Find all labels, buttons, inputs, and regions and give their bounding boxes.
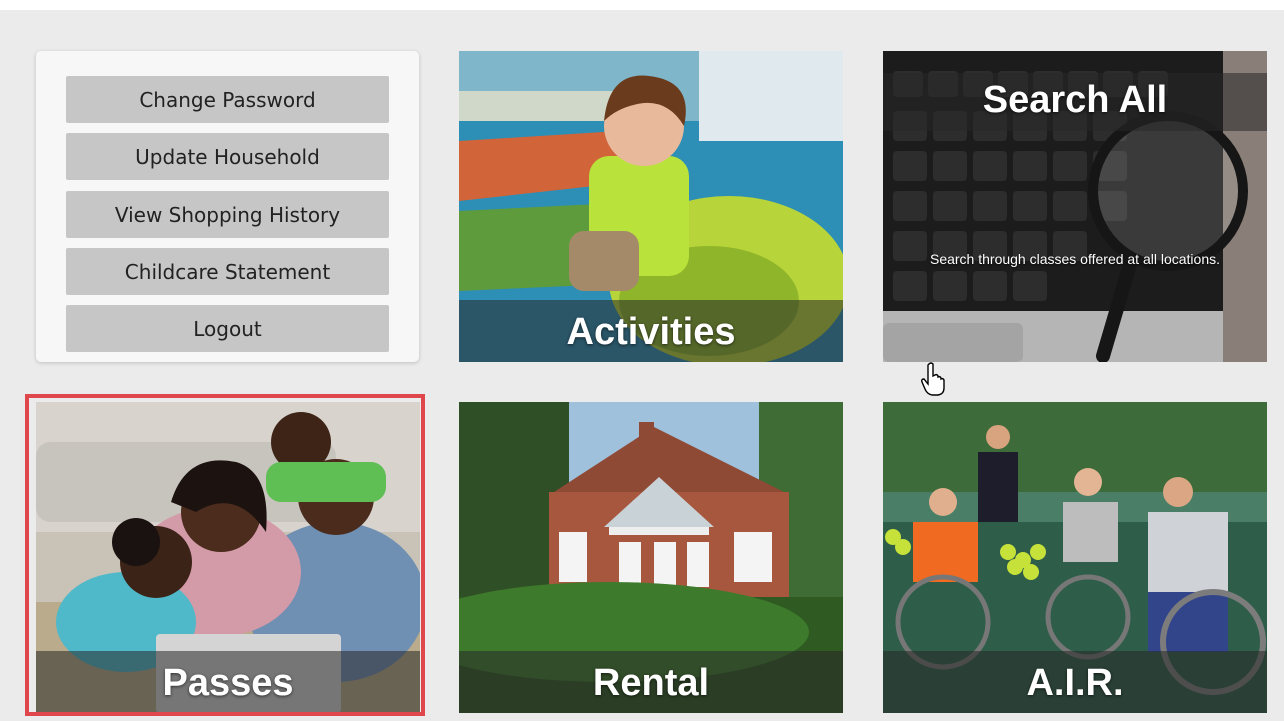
hand-pointer-icon bbox=[921, 362, 945, 396]
update-household-button[interactable]: Update Household bbox=[66, 133, 389, 180]
air-label: A.I.R. bbox=[1026, 662, 1124, 704]
childcare-statement-button[interactable]: Childcare Statement bbox=[66, 248, 389, 295]
passes-tile[interactable]: Passes bbox=[36, 402, 420, 713]
rental-tile[interactable]: Rental bbox=[459, 402, 843, 713]
rental-label: Rental bbox=[592, 662, 710, 704]
search-all-description: Search through classes offered at all lo… bbox=[929, 251, 1221, 267]
passes-label: Passes bbox=[162, 662, 294, 704]
activities-label: Activities bbox=[566, 311, 736, 353]
activities-tile[interactable]: Activities bbox=[459, 51, 843, 362]
search-all-tile[interactable]: Search All Search through classes offere… bbox=[883, 51, 1267, 362]
air-tile[interactable]: A.I.R. bbox=[883, 402, 1267, 713]
view-shopping-history-button[interactable]: View Shopping History bbox=[66, 191, 389, 238]
account-menu-card: Change Password Update Household View Sh… bbox=[36, 51, 419, 362]
change-password-button[interactable]: Change Password bbox=[66, 76, 389, 123]
logout-button[interactable]: Logout bbox=[66, 305, 389, 352]
search-all-label: Search All bbox=[982, 79, 1168, 121]
